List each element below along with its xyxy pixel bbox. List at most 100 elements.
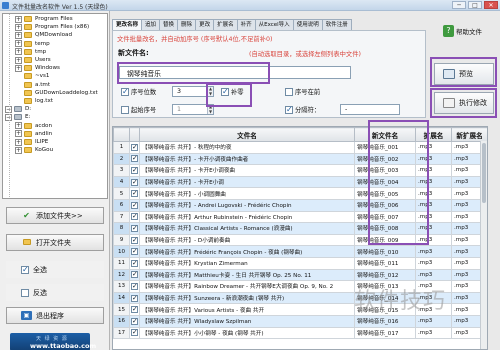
tree-item[interactable]: + ILIPE xyxy=(15,138,48,146)
tree-item[interactable]: ~vs1 xyxy=(15,72,49,80)
tree-expander-icon[interactable]: + xyxy=(15,146,22,154)
tree-expander-icon[interactable]: + xyxy=(15,15,22,23)
row-checkbox[interactable] xyxy=(129,164,140,177)
open-folder-button[interactable]: 打开文件夹 xyxy=(6,234,104,251)
table-row[interactable]: 7 【钢琴纯音乐 共开】Arthur Rubinstein - Frédéric … xyxy=(113,210,487,224)
table-row[interactable]: 12 【钢琴纯音乐 共开】Matthieu卡姿 - 生日 共开钢琴 Op. 25 … xyxy=(113,268,487,282)
separator-check[interactable] xyxy=(285,105,293,114)
row-check-icon[interactable] xyxy=(131,317,138,325)
row-check-icon[interactable] xyxy=(131,154,138,163)
tree-expander-icon[interactable]: + xyxy=(15,40,22,48)
row-check-icon[interactable] xyxy=(131,247,138,256)
row-checkbox[interactable] xyxy=(129,268,140,282)
row-check-icon[interactable] xyxy=(131,212,138,221)
row-check-icon[interactable] xyxy=(131,270,138,279)
tab-2[interactable]: 替换 xyxy=(159,19,179,30)
separator-input[interactable]: - xyxy=(340,104,400,115)
folder-tree[interactable]: + Program Files + Program Files (x86) + QMDow… xyxy=(2,13,108,199)
col-header-filename[interactable]: 文件名 xyxy=(139,127,355,142)
tree-expander-icon[interactable]: + xyxy=(15,122,22,130)
tree-item[interactable]: + tmp xyxy=(15,48,46,56)
col-header-new-ext[interactable]: 新扩展名 xyxy=(451,127,487,142)
tab-3[interactable]: 删除 xyxy=(177,19,197,30)
tree-item[interactable]: + andlin xyxy=(15,130,52,138)
invert-selection-checkbox[interactable]: 反选 xyxy=(6,284,104,301)
row-check-icon[interactable] xyxy=(131,178,138,186)
tree-expander-icon[interactable]: + xyxy=(15,31,22,39)
table-row[interactable]: 9【钢琴纯音乐 共开】- D小调前奏曲钢琴纯音乐_009.mp3.mp3 xyxy=(113,233,487,247)
row-checkbox[interactable] xyxy=(129,175,140,189)
tree-expander-icon[interactable]: + xyxy=(15,64,22,72)
row-checkbox[interactable] xyxy=(129,326,140,340)
row-checkbox[interactable] xyxy=(129,303,140,316)
row-check-icon[interactable] xyxy=(131,189,138,198)
tab-4[interactable]: 更改 xyxy=(195,19,215,30)
tree-item[interactable]: log.txt xyxy=(15,97,53,105)
tree-expander-icon[interactable]: + xyxy=(15,23,22,31)
tree-expander-icon[interactable]: + xyxy=(15,130,22,138)
tab-1[interactable]: 追加 xyxy=(141,19,161,30)
row-check-icon[interactable] xyxy=(131,294,138,302)
row-check-icon[interactable] xyxy=(131,236,138,244)
tab-6[interactable]: 补齐 xyxy=(236,19,256,30)
maximize-button[interactable]: □ xyxy=(468,1,482,9)
tree-item[interactable]: + KoGou xyxy=(15,146,53,154)
row-check-icon[interactable] xyxy=(131,143,138,151)
row-checkbox[interactable] xyxy=(129,198,140,212)
select-all-checkbox[interactable]: 全选 xyxy=(6,261,104,278)
separator-checkbox[interactable]: 分隔符： xyxy=(285,105,320,114)
table-row[interactable]: 16 【钢琴纯音乐 共开】Wladyslaw Szpilman钢琴纯音乐_016.… xyxy=(113,314,487,328)
row-checkbox[interactable] xyxy=(129,187,140,200)
row-checkbox[interactable] xyxy=(129,141,140,154)
tree-expander-icon[interactable]: + xyxy=(15,48,22,56)
help-button[interactable]: ? 帮助文件 xyxy=(439,21,495,41)
row-check-icon[interactable] xyxy=(131,166,138,174)
table-row[interactable]: 2【钢琴纯音乐 共开】- 卡开小调夜曲作曲者钢琴纯音乐_002.mp3.mp3 xyxy=(113,152,487,166)
table-row[interactable]: 11 【钢琴纯音乐 共开】Krystian Zimerman钢琴纯音乐_011.m… xyxy=(113,256,487,270)
select-all-check[interactable] xyxy=(21,265,29,274)
col-header-check[interactable] xyxy=(129,127,140,142)
tree-item[interactable]: + Users xyxy=(15,56,51,64)
minimize-button[interactable]: ─ xyxy=(452,1,466,9)
row-check-icon[interactable] xyxy=(131,282,138,290)
invert-selection-check[interactable] xyxy=(21,288,29,297)
seq-front-check[interactable] xyxy=(285,87,293,96)
table-row[interactable]: 1【钢琴纯音乐 共开】- 秋程的中的夜钢琴纯音乐_001.mp3.mp3 xyxy=(113,141,487,154)
tree-item[interactable]: + acdon xyxy=(15,122,52,130)
tree-item[interactable]: + Windows xyxy=(15,64,60,72)
tree-expander-icon[interactable]: + xyxy=(15,56,22,64)
tree-item[interactable]: + Program Files (x86) xyxy=(15,23,89,31)
tree-item[interactable]: + temp xyxy=(15,40,50,48)
table-row[interactable]: 3【钢琴纯音乐 共开】- 卡开E小调夜曲钢琴纯音乐_003.mp3.mp3 xyxy=(113,164,487,177)
start-seq-check[interactable] xyxy=(121,105,129,114)
row-check-icon[interactable] xyxy=(131,305,138,314)
seq-digits-checkbox[interactable]: 序号位数 xyxy=(121,87,156,96)
tree-item[interactable]: + Program Files xyxy=(15,15,73,23)
row-checkbox[interactable] xyxy=(129,245,140,258)
seq-digits-check[interactable] xyxy=(121,87,129,96)
row-checkbox[interactable] xyxy=(129,280,140,293)
add-folder-button[interactable]: ✔ 添加文件夹>> xyxy=(6,207,104,224)
brand-banner[interactable]: 天 绿 资 源 www.ttaobao.com xyxy=(10,333,96,350)
row-checkbox[interactable] xyxy=(129,256,140,270)
row-check-icon[interactable] xyxy=(131,328,138,337)
table-row[interactable]: 5【钢琴纯音乐 共开】- 小调圆舞曲钢琴纯音乐_005.mp3.mp3 xyxy=(113,187,487,200)
table-row[interactable]: 6 【钢琴纯音乐 共开】- Andrei Lugovski - Frédéric … xyxy=(113,198,487,212)
exit-button[interactable]: ▣ 退出程序 xyxy=(6,307,104,324)
row-check-icon[interactable] xyxy=(131,259,138,267)
row-checkbox[interactable] xyxy=(129,152,140,166)
table-row[interactable]: 17 【钢琴纯音乐 共开】小小钢琴 - 夜曲 (钢琴 共开)钢琴纯音乐_017.m… xyxy=(113,326,487,340)
table-row[interactable]: 8 【钢琴纯音乐 共开】Classical Artists - Romance (… xyxy=(113,222,487,235)
tab-7[interactable]: 从Excel导入 xyxy=(254,19,294,30)
row-check-icon[interactable] xyxy=(131,224,138,232)
tree-item[interactable]: GUDownLoaddelog.txt xyxy=(15,89,98,97)
table-row[interactable]: 4【钢琴纯音乐 共开】- 卡开E小调钢琴纯音乐_004.mp3.mp3 xyxy=(113,175,487,189)
tree-item[interactable]: a.tmt xyxy=(15,81,50,89)
row-checkbox[interactable] xyxy=(129,314,140,328)
col-header-num[interactable] xyxy=(113,127,130,142)
tree-expander-icon[interactable]: + xyxy=(15,138,22,146)
row-check-icon[interactable] xyxy=(131,201,138,209)
spin-down-icon[interactable]: ▼ xyxy=(209,109,212,114)
tab-5[interactable]: 扩展名 xyxy=(213,19,238,30)
table-scrollbar-thumb[interactable] xyxy=(482,143,486,203)
